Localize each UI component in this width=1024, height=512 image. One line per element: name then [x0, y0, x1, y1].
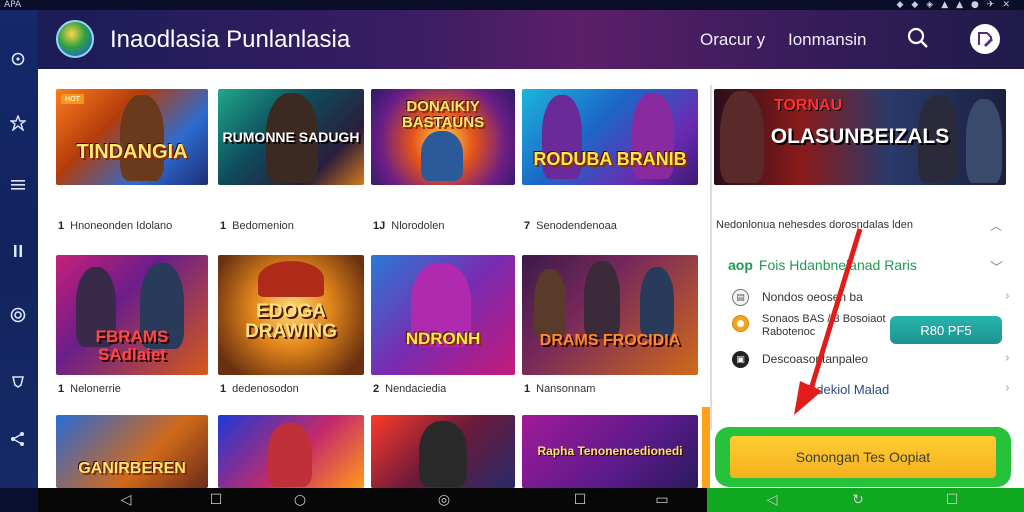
game-caption: 1 Bedomenion — [220, 220, 294, 232]
game-thumbnail[interactable]: FBRAMS SAdlaiet — [56, 255, 208, 375]
share-icon[interactable] — [3, 424, 33, 454]
app-header: Inaodlasia Punlanlasia Oracur y Ionmansi… — [38, 10, 1024, 69]
game-title-art: EDOGA DRAWING — [245, 301, 337, 342]
featured-game-card[interactable]: TORNAU OLASUNBEIZALS — [714, 89, 1006, 211]
panel-divider — [710, 85, 712, 430]
chevron-right-icon: › — [1004, 289, 1010, 304]
content-area: HOT TINDANGIA 1 Hnoneonden Idolano RUMONN… — [38, 69, 1024, 488]
game-caption: 1 dedenosodon — [220, 383, 299, 395]
game-thumbnail[interactable] — [218, 415, 364, 488]
game-thumbnail[interactable]: HOT TINDANGIA — [56, 89, 208, 185]
game-title-art: Rapha Tenonencedionedi — [537, 444, 683, 459]
location-icon[interactable] — [3, 44, 33, 74]
option-row[interactable]: ▣ Descoasontanpaleo › — [732, 349, 1010, 371]
app-title: Inaodlasia Punlanlasia — [110, 26, 351, 53]
game-caption: 1 Hnoneonden Idolano — [58, 220, 173, 232]
menu-icon[interactable] — [3, 170, 33, 200]
target-icon[interactable] — [3, 300, 33, 330]
profile-edit-icon[interactable] — [970, 24, 1000, 54]
game-thumbnail[interactable]: RODUBA BRANIB — [522, 89, 698, 185]
featured-title-art: OLASUNBEIZALS — [770, 124, 950, 148]
option-row[interactable]: Djdekiol Malad › — [732, 379, 1010, 401]
cta-highlight: Sonongan Tes Oopiat — [715, 427, 1011, 487]
game-card[interactable]: EDOGA DRAWING 1 dedenosodon — [218, 255, 364, 405]
game-thumbnail[interactable]: DONAIKIY BASTAUNS — [371, 89, 515, 185]
circle-icon[interactable]: ○ — [290, 490, 310, 510]
featured-thumbnail[interactable]: TORNAU OLASUNBEIZALS — [714, 89, 1006, 185]
game-thumbnail[interactable]: EDOGA DRAWING — [218, 255, 364, 375]
search-icon[interactable] — [906, 26, 930, 50]
game-title-art: DRAMS FROCIDIA — [539, 331, 681, 349]
game-caption: 1J Nlorodolen — [373, 220, 445, 232]
game-thumbnail[interactable]: DRAMS FROCIDIA — [522, 255, 698, 375]
game-title-art: DONAIKIY BASTAUNS — [401, 98, 485, 131]
circle-icon[interactable]: ◎ — [434, 490, 454, 510]
game-caption: 7 Senodendenoaa — [524, 220, 617, 232]
game-card[interactable]: NDRONH 2 Nendaciedia — [371, 255, 515, 405]
system-nav-bar: ◁ ☐ ○ ◎ ☐ ▭ ◁ ↻ ☐ — [38, 488, 1024, 512]
primary-cta-button[interactable]: Sonongan Tes Oopiat — [730, 436, 996, 478]
game-card[interactable]: Rapha Tenonencedionedi — [522, 415, 698, 488]
game-title-art: RODUBA BRANIB — [533, 148, 687, 169]
status-icons: ◆◆◈▲▲●✈✕ — [896, 0, 1018, 10]
game-card[interactable]: GANIRBEREN — [56, 415, 210, 488]
red-arrow-annotation — [794, 228, 863, 415]
game-thumbnail[interactable] — [371, 415, 515, 488]
status-bar: APA ◆◆◈▲▲●✈✕ — [0, 0, 1024, 10]
game-card[interactable]: DONAIKIY BASTAUNS 1J Nlorodolen — [371, 89, 515, 239]
options-heading-prefix: aop — [728, 257, 753, 273]
game-title-art: RUMONNE SADUGH — [222, 128, 360, 145]
nav-dropdown[interactable]: Oracur y — [700, 30, 765, 50]
game-thumbnail[interactable]: GANIRBEREN — [56, 415, 208, 488]
coin-icon: ● — [732, 315, 749, 332]
chevron-down-icon[interactable]: ﹀ — [990, 257, 1003, 276]
game-title-art: FBRAMS SAdlaiet — [95, 327, 169, 364]
chevron-right-icon: › — [1004, 381, 1010, 396]
hot-badge: HOT — [61, 94, 85, 104]
nav-information[interactable]: Ionmansin — [788, 30, 866, 50]
document-icon: ▤ — [732, 289, 749, 306]
app-logo — [56, 20, 94, 58]
left-rail — [0, 10, 38, 488]
game-card[interactable]: RODUBA BRANIB 7 Senodendenoaa — [522, 89, 698, 239]
shield-icon[interactable] — [3, 366, 33, 396]
game-title-art: NDRONH — [405, 329, 481, 349]
recents-icon[interactable]: ☐ — [570, 490, 590, 510]
game-thumbnail[interactable]: NDRONH — [371, 255, 515, 375]
price-button[interactable]: R80 PF5 — [890, 316, 1002, 344]
game-card[interactable]: FBRAMS SAdlaiet 1 Nelonerrie — [56, 255, 210, 405]
home-icon[interactable]: ☐ — [206, 490, 226, 510]
featured-subtitle: TORNAU — [774, 97, 843, 114]
status-bar-label: APA — [4, 0, 22, 10]
game-card[interactable] — [218, 415, 364, 488]
game-card[interactable] — [371, 415, 515, 488]
puzzle-icon[interactable] — [3, 108, 33, 138]
game-card[interactable]: RUMONNE SADUGH 1 Bedomenion — [218, 89, 364, 239]
game-thumbnail[interactable]: Rapha Tenonencedionedi — [522, 415, 698, 488]
game-caption: 1 Nansonnam — [524, 383, 596, 395]
back-icon[interactable]: ◁ — [116, 490, 136, 510]
game-card[interactable]: HOT TINDANGIA 1 Hnoneonden Idolano — [56, 89, 210, 239]
game-caption: 1 Nelonerrie — [58, 383, 121, 395]
game-card[interactable]: DRAMS FROCIDIA 1 Nansonnam — [522, 255, 698, 405]
game-caption: 2 Nendaciedia — [373, 383, 447, 395]
pause-icon[interactable] — [3, 236, 33, 266]
screenshot-icon[interactable]: ▭ — [652, 490, 672, 510]
recents-icon[interactable]: ☐ — [942, 490, 962, 510]
back-icon[interactable]: ◁ — [762, 490, 782, 510]
chevron-up-icon[interactable]: ︿ — [990, 217, 1002, 234]
device-icon: ▣ — [732, 351, 749, 368]
game-title-art: GANIRBEREN — [78, 460, 186, 478]
option-row[interactable]: ▤ Nondos oeosen ba › — [732, 287, 1010, 309]
accent-tab — [702, 407, 710, 488]
chevron-right-icon: › — [1004, 351, 1010, 366]
refresh-icon[interactable]: ↻ — [848, 490, 868, 510]
game-title-art: TINDANGIA — [76, 140, 188, 163]
game-thumbnail[interactable]: RUMONNE SADUGH — [218, 89, 364, 185]
